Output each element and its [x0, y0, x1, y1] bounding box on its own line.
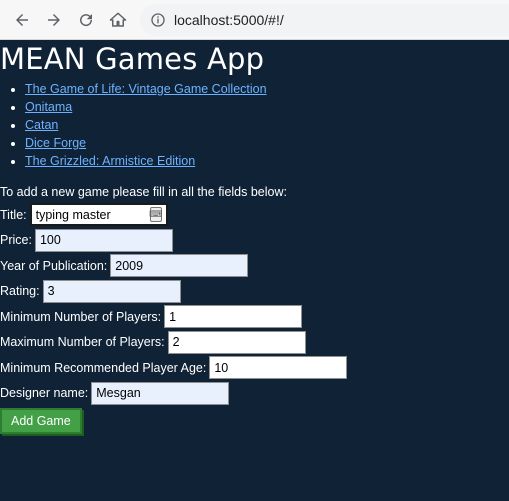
title-label: Title: — [0, 207, 27, 222]
min-age-row: Minimum Recommended Player Age: — [0, 355, 509, 381]
rating-label: Rating: — [0, 284, 40, 299]
price-input[interactable] — [34, 228, 173, 252]
reload-icon[interactable] — [70, 4, 102, 36]
game-link[interactable]: The Grizzled: Armistice Edition — [25, 154, 195, 168]
rating-row: Rating: — [0, 279, 509, 305]
list-item: Dice Forge — [25, 134, 509, 152]
page-content: MEAN Games App The Game of Life: Vintage… — [0, 40, 509, 434]
title-field-wrapper: ⌨ — [29, 203, 168, 227]
price-label: Price: — [0, 233, 32, 248]
add-game-button[interactable]: Add Game — [0, 408, 82, 434]
max-players-row: Maximum Number of Players: — [0, 330, 509, 356]
address-text[interactable]: localhost:5000/#!/ — [174, 12, 284, 28]
designer-row: Designer name: — [0, 381, 509, 407]
browser-toolbar: localhost:5000/#!/ — [0, 0, 509, 40]
title-row: Title: ⌨ — [0, 202, 509, 228]
year-label: Year of Publication: — [0, 258, 108, 273]
address-bar[interactable]: localhost:5000/#!/ — [140, 4, 509, 36]
info-icon[interactable] — [150, 12, 166, 28]
game-list: The Game of Life: Vintage Game Collectio… — [0, 80, 509, 170]
designer-label: Designer name: — [0, 386, 89, 401]
game-link[interactable]: The Game of Life: Vintage Game Collectio… — [25, 82, 267, 96]
min-players-label: Minimum Number of Players: — [0, 309, 162, 324]
year-input[interactable] — [110, 254, 249, 278]
list-item: Catan — [25, 116, 509, 134]
min-age-input[interactable] — [209, 356, 348, 380]
max-players-label: Maximum Number of Players: — [0, 335, 165, 350]
min-age-label: Minimum Recommended Player Age: — [0, 360, 207, 375]
game-link[interactable]: Catan — [25, 118, 58, 132]
max-players-input[interactable] — [167, 330, 306, 354]
list-item: The Grizzled: Armistice Edition — [25, 152, 509, 170]
min-players-input[interactable] — [164, 305, 303, 329]
list-item: The Game of Life: Vintage Game Collectio… — [25, 80, 509, 98]
year-row: Year of Publication: — [0, 253, 509, 279]
list-item: Onitama — [25, 98, 509, 116]
input-keyboard-icon[interactable]: ⌨ — [149, 207, 162, 223]
min-players-row: Minimum Number of Players: — [0, 304, 509, 330]
page-title: MEAN Games App — [0, 42, 265, 76]
title-input[interactable] — [29, 203, 168, 227]
home-icon[interactable] — [102, 4, 134, 36]
forward-icon[interactable] — [38, 4, 70, 36]
form-intro: To add a new game please fill in all the… — [0, 185, 287, 199]
price-row: Price: — [0, 228, 509, 254]
rating-input[interactable] — [42, 279, 181, 303]
add-game-form: Title: ⌨ Price: Year of Publication: Rat… — [0, 202, 509, 434]
back-icon[interactable] — [6, 4, 38, 36]
game-link[interactable]: Onitama — [25, 100, 72, 114]
game-link[interactable]: Dice Forge — [25, 136, 86, 150]
designer-input[interactable] — [91, 381, 230, 405]
